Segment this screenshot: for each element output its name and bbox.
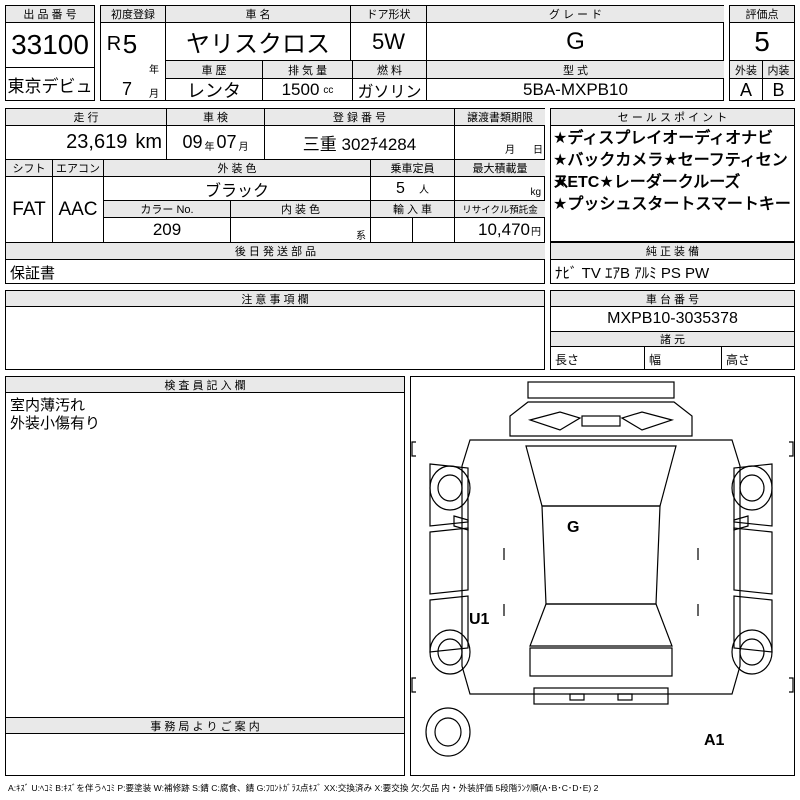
office-label: 事 務 局 よ り ご 案 内 [6, 718, 404, 733]
height-label: 高さ [726, 352, 751, 367]
mileage: 23,619 km [66, 131, 162, 153]
equipment-label: 純 正 装 備 [551, 243, 794, 259]
first-registration-label: 初度登録 [101, 6, 165, 22]
recycle-deposit-label: リサイクル預託金 [455, 201, 545, 217]
overall-score: 5 [754, 25, 770, 57]
sales-point-item: ★ETC★レーダークルーズ [553, 174, 741, 191]
inspector-box [5, 376, 405, 776]
exterior-grade: A [739, 79, 752, 100]
inspector-label: 検 査 員 記 入 欄 [6, 377, 404, 392]
chassis-number: MXPB10-3035378 [607, 310, 738, 327]
model-code: 5BA-MXPB10 [523, 80, 628, 99]
color-no-label: カラー No. [104, 201, 230, 217]
registration-year: 5 [122, 28, 138, 59]
interior-grade: B [772, 79, 785, 100]
length-label: 長さ [555, 352, 580, 367]
mileage-label: 走 行 [6, 109, 166, 125]
interior-color-unit: 系 [356, 230, 366, 242]
sales-point-item: ★プッシュスタートスマートキー [553, 196, 791, 213]
auction-venue: 東京デビュ [7, 76, 93, 96]
vehicle-history: レンタ [187, 81, 241, 101]
car-name-label: 車 名 [166, 6, 350, 22]
max-load-label: 最大積載量 [455, 160, 545, 176]
specs-label: 諸 元 [551, 332, 794, 346]
inspection-expiry: 09 年 07 月 [182, 132, 249, 153]
door-type: 5W [372, 28, 405, 54]
transfer-month-unit: 月 [505, 144, 515, 156]
model-code-label: 型 式 [427, 61, 724, 78]
damage-mark-roof: G [567, 519, 579, 536]
exterior-grade-label: 外装 [730, 61, 762, 78]
month-unit: 月 [149, 88, 159, 100]
door-type-label: ドア形状 [351, 6, 426, 22]
accessories-label: 後 日 発 送 部 品 [6, 243, 545, 259]
plate-label: 登 録 番 号 [265, 109, 454, 125]
grade-label: グ レ ー ド [427, 6, 724, 22]
inspector-note: 室内薄汚れ [10, 397, 86, 414]
aircon-type: AAC [58, 198, 98, 220]
inspection-label: 車 検 [167, 109, 264, 125]
transfer-day-unit: 日 [533, 144, 543, 156]
damage-mark-side: U1 [469, 611, 490, 628]
car-name: ヤリスクロス [186, 31, 330, 58]
lot-number: 33100 [11, 29, 89, 60]
capacity-label: 乗車定員 [371, 160, 454, 176]
max-load-unit: kg [530, 186, 541, 198]
equipment-value: ﾅﾋﾞ TV ｴｱB ｱﾙﾐ PS PW [555, 264, 710, 282]
registration-month: 7 [121, 78, 132, 99]
import-label: 輸 入 車 [371, 201, 454, 217]
fuel-type: ガソリン [357, 84, 422, 101]
shift-label: シフト [6, 160, 52, 176]
fuel-label: 燃 料 [353, 61, 426, 78]
accessories-value: 保証書 [10, 264, 56, 282]
plate-number: 三重 302ﾁ4284 [302, 135, 417, 154]
damage-mark-rear: A1 [704, 732, 725, 749]
sales-points-label: セ ー ル ス ポ イ ン ト [551, 109, 794, 125]
sales-point-item: ★ディスプレイオーディオナビ [553, 130, 774, 147]
shift-type: FAT [12, 198, 46, 220]
notes-label: 注 意 事 項 欄 [6, 291, 544, 306]
chassis-label: 車 台 番 号 [551, 291, 794, 306]
history-label: 車 歴 [166, 61, 262, 78]
color-number: 209 [152, 220, 182, 239]
exterior-color-label: 外 装 色 [104, 160, 370, 176]
transfer-deadline-label: 譲渡書類期限 [455, 109, 545, 125]
damage-legend: A:ｷｽﾞ U:ﾍｺﾐ B:ｷｽﾞを伴うﾍｺﾐ P:要塗装 W:補修跡 S:錆 … [8, 783, 599, 793]
car-diagram: G U1 A1 [411, 381, 794, 757]
width-label: 幅 [649, 352, 662, 367]
interior-color-label: 内 装 色 [231, 201, 370, 217]
exterior-color: ブラック [204, 182, 269, 200]
lot-number-label: 出 品 番 号 [6, 6, 94, 22]
displacement: 1500 cc [281, 80, 334, 99]
aircon-label: エアコン [53, 160, 103, 176]
recycle-deposit: 10,470 円 [478, 220, 541, 239]
grade: G [566, 27, 585, 55]
score-label: 評価点 [730, 6, 794, 22]
displacement-label: 排 気 量 [263, 61, 352, 78]
inspector-note: 外装小傷有り [10, 415, 101, 432]
seating-capacity: 5人 [396, 179, 429, 197]
year-unit: 年 [149, 64, 159, 76]
interior-grade-label: 内装 [763, 61, 794, 78]
